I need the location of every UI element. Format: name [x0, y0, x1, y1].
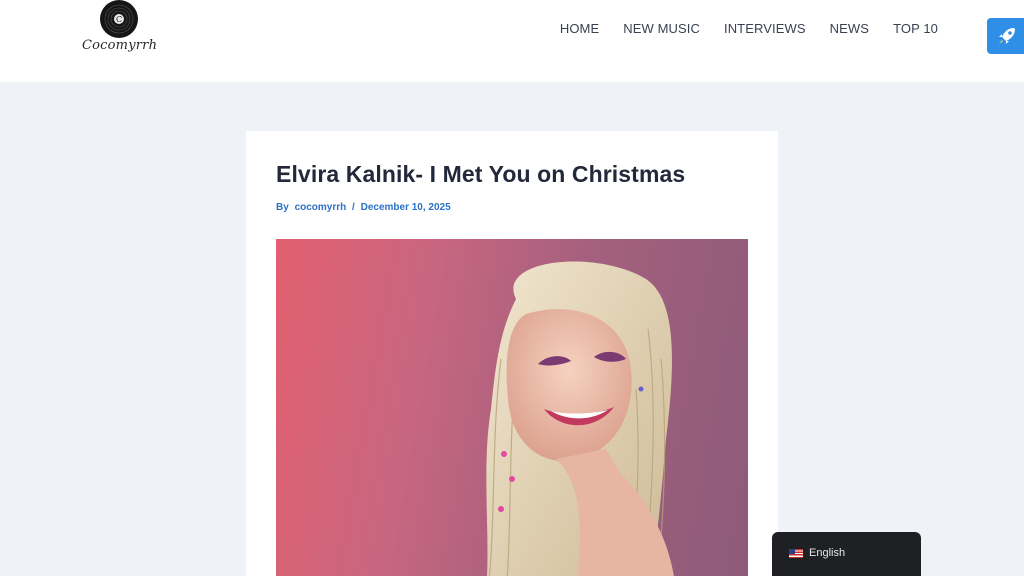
article-title: Elvira Kalnik- I Met You on Christmas: [276, 161, 686, 187]
nav-item-interviews[interactable]: INTERVIEWS: [712, 18, 818, 40]
article-meta: By cocomyrrh / December 10, 2025: [276, 202, 451, 213]
featured-image: [276, 239, 748, 576]
site-header: C Cocomyrrh HOME NEW MUSIC INTERVIEWS NE…: [0, 0, 1024, 82]
byline-prefix: By: [276, 202, 289, 213]
logo-letter: C: [116, 15, 122, 24]
site-name: Cocomyrrh: [82, 38, 158, 53]
nav-item-news[interactable]: NEWS: [818, 18, 881, 40]
us-flag-icon: [789, 548, 803, 558]
language-label: English: [809, 547, 846, 559]
rocket-icon: [999, 28, 1015, 44]
portrait-photo-icon: [486, 261, 674, 576]
nav-item-top-10[interactable]: TOP 10: [881, 18, 950, 40]
site-logo[interactable]: C Cocomyrrh: [82, 0, 158, 60]
author-link[interactable]: cocomyrrh: [295, 202, 347, 213]
nav-item-home[interactable]: HOME: [548, 18, 611, 40]
nav-item-new-music[interactable]: NEW MUSIC: [611, 18, 712, 40]
rocket-button[interactable]: [987, 18, 1024, 54]
language-option: English: [789, 547, 845, 559]
language-switcher[interactable]: English: [772, 532, 921, 576]
vinyl-record-icon: C: [100, 0, 138, 38]
main-nav: HOME NEW MUSIC INTERVIEWS NEWS TOP 10: [548, 18, 950, 40]
meta-separator: /: [352, 202, 355, 213]
article-date: December 10, 2025: [360, 202, 451, 213]
article-card: Elvira Kalnik- I Met You on Christmas By…: [246, 131, 778, 576]
